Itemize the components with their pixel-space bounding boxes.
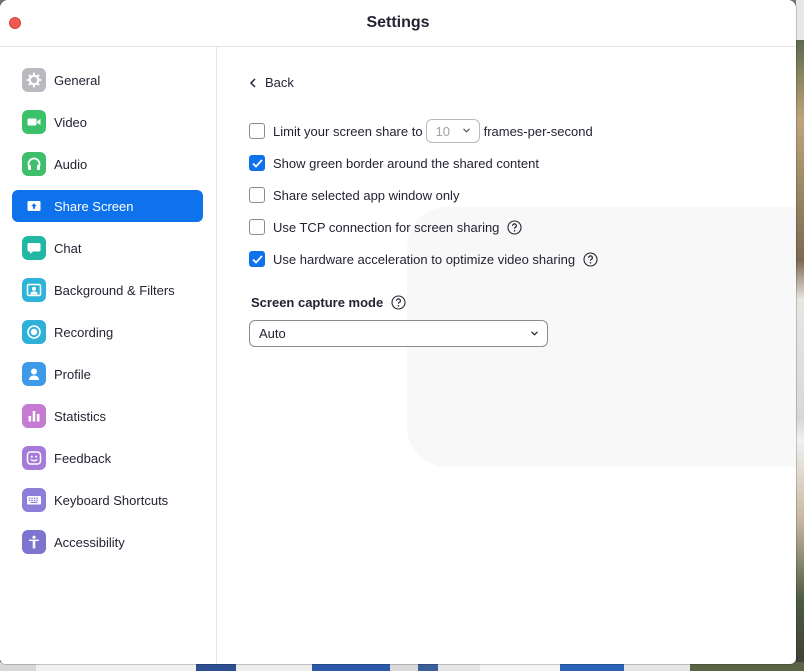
title-bar: Settings: [0, 0, 796, 47]
sidebar-item-accessibility[interactable]: Accessibility: [12, 526, 203, 558]
selected-window-option: Share selected app window only: [249, 183, 459, 207]
video-camera-icon: [22, 110, 46, 134]
fps-suffix-label: frames-per-second: [483, 123, 593, 139]
sidebar-item-chat[interactable]: Chat: [12, 232, 203, 264]
screen-capture-mode-heading: Screen capture mode: [251, 295, 406, 310]
back-button[interactable]: Back: [249, 75, 294, 90]
window-title: Settings: [366, 14, 430, 31]
hardware-acceleration-checkbox[interactable]: [249, 251, 265, 267]
tcp-checkbox[interactable]: [249, 219, 265, 235]
sidebar-item-audio[interactable]: Audio: [12, 148, 203, 180]
sidebar-item-profile[interactable]: Profile: [12, 358, 203, 390]
settings-sidebar: General Video Audio Share Screen Chat Ba…: [0, 47, 217, 664]
green-border-checkbox[interactable]: [249, 155, 265, 171]
hardware-acceleration-option: Use hardware acceleration to optimize vi…: [249, 247, 598, 271]
settings-window: Settings General Video Audio Share Scree…: [0, 0, 796, 664]
tcp-label: Use TCP connection for screen sharing: [273, 219, 500, 235]
sidebar-item-label: Profile: [54, 366, 91, 382]
sidebar-item-label: Audio: [54, 156, 88, 172]
green-border-label: Show green border around the shared cont…: [273, 155, 539, 171]
chevron-down-icon: [531, 331, 538, 336]
accessibility-icon: [22, 530, 46, 554]
help-icon[interactable]: [391, 295, 406, 310]
record-icon: [22, 320, 46, 344]
fps-dropdown[interactable]: 10: [425, 119, 480, 143]
section-label: Screen capture mode: [251, 295, 384, 310]
sidebar-item-recording[interactable]: Recording: [12, 316, 203, 348]
capture-mode-value: Auto: [259, 326, 286, 341]
keyboard-icon: [22, 488, 46, 512]
help-icon[interactable]: [583, 251, 598, 267]
sidebar-item-label: Recording: [54, 324, 114, 340]
limit-fps-option: Limit your screen share to 10 frames-per…: [249, 119, 593, 143]
tcp-option: Use TCP connection for screen sharing: [249, 215, 522, 239]
bar-chart-icon: [22, 404, 46, 428]
fps-value: 10: [435, 123, 451, 139]
limit-fps-checkbox[interactable]: [249, 123, 265, 139]
chat-bubble-icon: [22, 236, 46, 260]
profile-icon: [22, 362, 46, 386]
sidebar-item-label: Chat: [54, 240, 82, 256]
green-border-option: Show green border around the shared cont…: [249, 151, 539, 175]
sidebar-item-general[interactable]: General: [12, 64, 203, 96]
screen-capture-mode-dropdown[interactable]: Auto: [249, 320, 548, 347]
limit-fps-label: Limit your screen share to: [273, 123, 423, 139]
background-person-icon: [22, 278, 46, 302]
sidebar-item-label: Keyboard Shortcuts: [54, 492, 169, 508]
sidebar-item-label: Statistics: [54, 408, 107, 424]
share-screen-settings-panel: Back Limit your screen share to 10 frame…: [217, 47, 796, 664]
sidebar-item-keyboard-shortcuts[interactable]: Keyboard Shortcuts: [12, 484, 203, 516]
sidebar-item-label: Video: [54, 114, 88, 130]
sidebar-item-label: General: [54, 72, 101, 88]
sidebar-item-label: Background & Filters: [54, 282, 175, 298]
sidebar-item-label: Accessibility: [54, 534, 125, 550]
gear-icon: [22, 68, 46, 92]
sidebar-item-background-filters[interactable]: Background & Filters: [12, 274, 203, 306]
selected-window-checkbox[interactable]: [249, 187, 265, 203]
smiley-icon: [22, 446, 46, 470]
help-icon[interactable]: [507, 219, 522, 235]
sidebar-item-video[interactable]: Video: [12, 106, 203, 138]
back-label: Back: [265, 75, 294, 90]
selected-window-label: Share selected app window only: [273, 187, 460, 203]
hardware-acceleration-label: Use hardware acceleration to optimize vi…: [273, 251, 576, 267]
share-screen-icon: [22, 194, 46, 218]
headphones-icon: [22, 152, 46, 176]
chevron-left-icon: [249, 77, 256, 88]
chevron-down-icon: [462, 128, 470, 133]
sidebar-item-label: Share Screen: [54, 198, 134, 214]
desktop-background-right: [796, 0, 804, 671]
sidebar-item-share-screen[interactable]: Share Screen: [12, 190, 203, 222]
sidebar-item-feedback[interactable]: Feedback: [12, 442, 203, 474]
sidebar-item-label: Feedback: [54, 450, 112, 466]
sidebar-item-statistics[interactable]: Statistics: [12, 400, 203, 432]
